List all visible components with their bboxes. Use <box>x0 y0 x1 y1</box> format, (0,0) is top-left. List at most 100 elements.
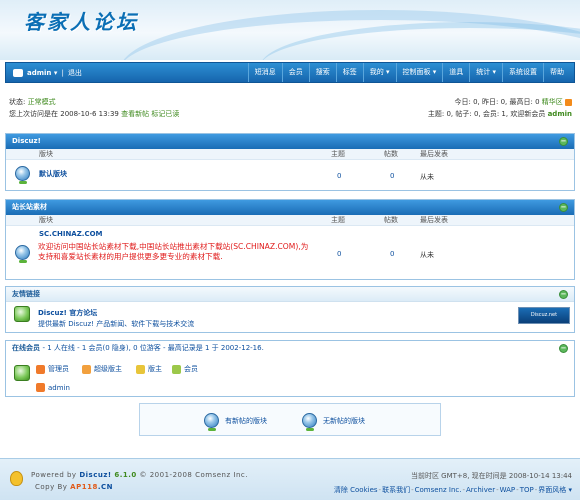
user-separator: | <box>61 69 64 77</box>
last-visit-label: 您上次访问是在 <box>9 110 58 118</box>
forum-posts: 0 <box>390 250 395 258</box>
archiver-link[interactable]: Archiver <box>466 486 495 494</box>
username-menu[interactable]: admin ▾ <box>27 69 57 77</box>
mark-read-link[interactable]: 标记已读 <box>151 110 179 118</box>
col-topics: 主题 <box>331 216 345 224</box>
friend-links: 友情链接 − Discuz! 官方论坛 提供最新 Discuz! 产品新闻、软件… <box>5 286 575 333</box>
digest-link[interactable]: 精华区 <box>542 98 563 106</box>
new-posts-icon <box>204 413 219 431</box>
forum-row: 默认版块 0 0 从未 <box>6 160 574 190</box>
admin-icon <box>36 383 45 392</box>
super-moderator-icon <box>82 364 91 374</box>
online-user: admin <box>36 383 70 392</box>
legend-admin-label: 管理员 <box>48 365 69 373</box>
legend-no-new-posts: 无新帖的版块 <box>302 413 365 431</box>
category-title[interactable]: 站长站素材 <box>12 203 47 211</box>
online-title[interactable]: 在线会员 <box>12 344 40 352</box>
legend-moderator-label: 版主 <box>148 365 162 373</box>
newest-member-link[interactable]: admin <box>548 110 572 118</box>
col-last-post: 最后发表 <box>420 216 448 224</box>
legend-super-mod-label: 超级版主 <box>94 365 122 373</box>
nav-item-help[interactable]: 帮助 <box>543 63 570 82</box>
top-navbar: admin ▾ | 退出 短消息 会员 搜索 标签 我的 ▾ 控制面板 ▾ 道具… <box>5 62 575 83</box>
forum-posts: 0 <box>390 172 395 180</box>
forum-topics: 0 <box>337 172 342 180</box>
forum-topics: 0 <box>337 250 342 258</box>
page-footer: Powered by Discuz! 6.1.0 © 2001-2008 Com… <box>0 458 580 500</box>
collapse-icon[interactable]: − <box>559 344 568 353</box>
forum-stats: 今日: 0, 昨日: 0, 最高日: 0 精华区 主题: 0, 帖子: 0, 会… <box>428 96 572 120</box>
nav-item-admin[interactable]: 系统设置 <box>502 63 543 82</box>
col-posts: 帖数 <box>384 150 398 158</box>
legend-member-label: 会员 <box>184 365 198 373</box>
copy-tld[interactable]: .CN <box>98 483 113 491</box>
logout-link[interactable]: 退出 <box>68 68 82 78</box>
lightbulb-icon <box>10 471 23 486</box>
online-username[interactable]: admin <box>48 384 70 392</box>
copyright-label: © 2001-2008 Comsenz Inc. <box>139 471 248 479</box>
forum-description: 欢迎访问中国站长站素材下载,中国站长站推出素材下载站(SC.CHINAZ.COM… <box>38 242 309 261</box>
top-link[interactable]: TOP <box>520 486 534 494</box>
copy-by-label: Copy By <box>35 483 68 491</box>
status-mode[interactable]: 正常模式 <box>28 98 56 106</box>
forum-icon-legend: 有新帖的版块 无新帖的版块 <box>139 403 441 436</box>
user-status: 状态: 正常模式 您上次访问是在 2008-10-6 13:39 查看新帖 标记… <box>9 96 179 120</box>
nav-item-stats[interactable]: 统计 ▾ <box>469 63 502 82</box>
user-icon <box>13 69 23 77</box>
moderator-icon <box>136 364 145 374</box>
nav-item-usercp[interactable]: 控制面板 ▾ <box>395 63 443 82</box>
collapse-icon[interactable]: − <box>559 290 568 299</box>
forum-status-icon <box>15 166 30 184</box>
member-counts: 主题: 0, 帖子: 0, 会员: 1, 欢迎新会员 <box>427 110 546 118</box>
nav-menu: 短消息 会员 搜索 标签 我的 ▾ 控制面板 ▾ 道具 统计 ▾ 系统设置 帮助 <box>247 63 570 82</box>
forum-status-icon <box>15 245 30 263</box>
nav-item-tags[interactable]: 标签 <box>335 63 363 82</box>
theme-switcher[interactable]: 界面风格 ▾ <box>538 486 572 494</box>
friend-site-name[interactable]: Discuz! 官方论坛 <box>38 308 97 318</box>
copy-by: Copy By AP118.CN <box>35 483 113 491</box>
last-visit-time: 2008-10-6 13:39 <box>60 110 119 118</box>
discuz-logo-icon <box>14 306 30 322</box>
nav-item-magic[interactable]: 道具 <box>442 63 469 82</box>
legend-moderator: 版主 <box>136 364 162 374</box>
wap-link[interactable]: WAP <box>500 486 516 494</box>
nav-item-pm[interactable]: 短消息 <box>247 63 282 82</box>
friend-banner-image[interactable]: Discuz.net <box>518 307 570 324</box>
version-label: 6.1.0 <box>114 471 137 479</box>
product-link[interactable]: Discuz! <box>79 471 111 479</box>
collapse-icon[interactable]: − <box>559 203 568 212</box>
forum-name[interactable]: 默认版块 <box>39 169 67 179</box>
view-new-posts-link[interactable]: 查看新帖 <box>121 110 149 118</box>
online-members: 在线会员 - 1 人在线 - 1 会员(0 隐身), 0 位游客 - 最高记录是… <box>5 340 575 397</box>
friend-links-title: 友情链接 <box>12 290 40 298</box>
friend-links-header: 友情链接 − <box>6 287 574 302</box>
col-forum: 版块 <box>39 216 53 224</box>
legend-member: 会员 <box>172 364 198 374</box>
admin-icon <box>36 364 45 374</box>
forum-name[interactable]: SC.CHINAZ.COM <box>39 230 103 238</box>
nav-item-my[interactable]: 我的 ▾ <box>362 63 396 82</box>
collapse-icon[interactable]: − <box>559 137 568 146</box>
online-header: 在线会员 - 1 人在线 - 1 会员(0 隐身), 0 位游客 - 最高记录是… <box>6 341 574 356</box>
category-header: 站长站素材 − <box>6 200 574 215</box>
powered-by: Powered by Discuz! 6.1.0 © 2001-2008 Com… <box>31 471 248 479</box>
nav-item-search[interactable]: 搜索 <box>308 63 336 82</box>
comsenz-link[interactable]: Comsenz Inc. <box>415 486 462 494</box>
site-logo[interactable]: 客家人论坛 <box>24 6 139 35</box>
footer-links: 清除 Cookies-联系我们-Comsenz Inc.-Archiver-WA… <box>334 485 572 495</box>
clear-cookies-link[interactable]: 清除 Cookies <box>334 486 378 494</box>
online-icon <box>14 365 30 381</box>
rss-icon[interactable] <box>565 98 572 106</box>
friend-site-desc: 提供最新 Discuz! 产品新闻、软件下载与技术交流 <box>38 320 195 328</box>
contact-link[interactable]: 联系我们 <box>382 486 410 494</box>
forum-last-post: 从未 <box>420 251 434 259</box>
user-area: admin ▾ | 退出 <box>13 68 82 78</box>
category-title[interactable]: Discuz! <box>12 137 41 145</box>
nav-item-members[interactable]: 会员 <box>281 63 309 82</box>
legend-new-label: 有新帖的版块 <box>225 416 267 425</box>
column-header: 版块 主题 帖数 最后发表 <box>6 215 574 226</box>
col-last-post: 最后发表 <box>420 150 448 158</box>
column-header: 版块 主题 帖数 最后发表 <box>6 149 574 160</box>
legend-admin: 管理员 <box>36 364 69 374</box>
copy-site-link[interactable]: AP118 <box>70 483 98 491</box>
